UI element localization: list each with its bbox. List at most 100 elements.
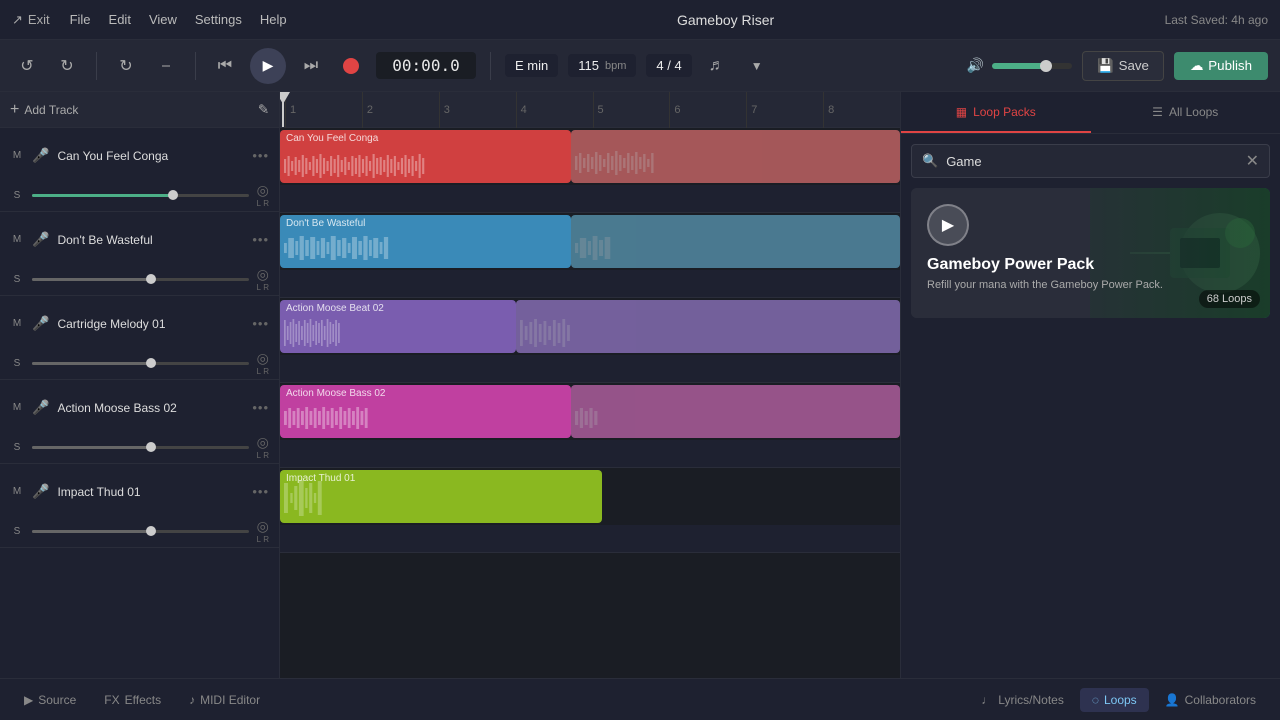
pack-play-button[interactable]: ▶: [927, 204, 969, 246]
waveform-svg-4a: [284, 403, 567, 433]
save-button[interactable]: 💾 Save: [1082, 51, 1164, 81]
split-button[interactable]: ⎯: [151, 51, 181, 81]
clip-label-3a: Action Moose Beat 02: [286, 303, 384, 314]
pencil-tool-button[interactable]: ✎: [258, 102, 269, 118]
clip-4a[interactable]: Action Moose Bass 02: [280, 385, 571, 438]
project-title: Gameboy Riser: [307, 12, 1145, 28]
menu-file[interactable]: File: [70, 12, 91, 27]
midi-label: MIDI Editor: [200, 693, 260, 707]
skip-forward-button[interactable]: ⏭: [296, 51, 326, 81]
bpm-display: 115 bpm: [568, 54, 636, 77]
fader-4[interactable]: [32, 446, 249, 449]
loop-button[interactable]: ↻: [111, 51, 141, 81]
fader-3[interactable]: [32, 362, 249, 365]
collaborators-button[interactable]: 👤 Collaborators: [1153, 688, 1268, 712]
effects-button[interactable]: FX Effects: [92, 688, 173, 712]
expand-button[interactable]: ▼: [742, 51, 772, 81]
track-sub-row-5: S ◎L R: [0, 519, 279, 547]
midi-editor-button[interactable]: ♪ MIDI Editor: [177, 688, 272, 712]
track-options-5[interactable]: •••: [252, 484, 269, 499]
source-button[interactable]: ▶ Source: [12, 688, 88, 712]
clip-3a[interactable]: Action Moose Beat 02: [280, 300, 516, 353]
mic-icon-1: 🎤: [32, 147, 49, 164]
publish-button[interactable]: ☁ Publish: [1174, 52, 1268, 80]
mute-button-1[interactable]: M: [10, 150, 24, 161]
clip-2a[interactable]: Don't Be Wasteful: [280, 215, 571, 268]
track-name-4: Action Moose Bass 02: [57, 401, 244, 415]
fader-1[interactable]: [32, 194, 249, 197]
timeline-ruler: 1 2 3 4 5 6 7 8: [280, 92, 900, 128]
last-saved: Last Saved: 4h ago: [1165, 13, 1268, 27]
fader-knob-4: [146, 442, 156, 452]
ruler-mark-8: 8: [823, 92, 900, 128]
effects-label: Effects: [125, 693, 161, 707]
solo-button-2[interactable]: S: [10, 274, 24, 285]
menu-view[interactable]: View: [149, 12, 177, 27]
collaborators-label: Collaborators: [1185, 693, 1256, 707]
solo-button-1[interactable]: S: [10, 190, 24, 201]
volume-slider[interactable]: [992, 63, 1072, 69]
ruler-mark-3: 3: [439, 92, 516, 128]
play-button[interactable]: ▶: [250, 48, 286, 84]
ruler-mark-1: 1: [285, 92, 362, 128]
track-sub-row-4: S ◎L R: [0, 435, 279, 463]
exit-label: Exit: [28, 12, 50, 27]
metronome-button[interactable]: ♬: [702, 51, 732, 81]
track-options-3[interactable]: •••: [252, 316, 269, 331]
time-display: 00:00.0: [376, 52, 476, 79]
record-button[interactable]: [336, 51, 366, 81]
solo-button-5[interactable]: S: [10, 526, 24, 537]
track-name-1: Can You Feel Conga: [57, 149, 244, 163]
clip-4b[interactable]: [571, 385, 900, 438]
solo-button-3[interactable]: S: [10, 358, 24, 369]
tab-loop-packs[interactable]: ▦ Loop Packs: [901, 92, 1091, 133]
tab-all-loops[interactable]: ☰ All Loops: [1091, 92, 1280, 133]
track-main-row-1: M 🎤 Can You Feel Conga •••: [0, 128, 279, 183]
mute-button-2[interactable]: M: [10, 234, 24, 245]
loops-button[interactable]: ◌ Loops: [1080, 688, 1149, 712]
midi-icon: ♪: [189, 693, 195, 707]
clips-row-5: Impact Thud 01: [280, 468, 900, 525]
search-bar: 🔍 ✕: [911, 144, 1270, 178]
track-main-row-4: M 🎤 Action Moose Bass 02 •••: [0, 380, 279, 435]
clip-5a[interactable]: Impact Thud 01: [280, 470, 602, 523]
clip-label-1a: Can You Feel Conga: [286, 133, 378, 144]
key-value: E min: [515, 58, 548, 73]
fader-2[interactable]: [32, 278, 249, 281]
clip-2b[interactable]: [571, 215, 900, 268]
solo-button-4[interactable]: S: [10, 442, 24, 453]
pack-content: ▶ Gameboy Power Pack Refill your mana wi…: [911, 188, 1270, 318]
mute-button-3[interactable]: M: [10, 318, 24, 329]
panel-tabs: ▦ Loop Packs ☰ All Loops: [901, 92, 1280, 134]
waveform-svg-2b: [575, 233, 896, 263]
menu-edit[interactable]: Edit: [109, 12, 131, 27]
record-dot: [343, 58, 359, 74]
skip-back-button[interactable]: ⏮: [210, 51, 240, 81]
lane-bottom-3: [280, 355, 900, 382]
clip-3b[interactable]: [516, 300, 900, 353]
mute-button-5[interactable]: M: [10, 486, 24, 497]
track-options-1[interactable]: •••: [252, 148, 269, 163]
track-options-4[interactable]: •••: [252, 400, 269, 415]
fader-knob-5: [146, 526, 156, 536]
clips-row-3: Action Moose Beat 02: [280, 298, 900, 355]
redo-button[interactable]: ↻: [52, 51, 82, 81]
exit-button[interactable]: ↗ Exit: [12, 12, 50, 28]
add-track-button[interactable]: + Add Track: [10, 101, 78, 119]
waveform-svg-5a: [284, 478, 598, 518]
clip-1a[interactable]: Can You Feel Conga: [280, 130, 571, 183]
lane-4: Action Moose Bass 02: [280, 383, 900, 468]
bottom-right-buttons: ♩ Lyrics/Notes ◌ Loops 👤 Collaborators: [969, 688, 1268, 712]
lyrics-notes-button[interactable]: ♩ Lyrics/Notes: [969, 688, 1076, 712]
search-clear-button[interactable]: ✕: [1246, 151, 1259, 171]
fader-5[interactable]: [32, 530, 249, 533]
lyrics-label: Lyrics/Notes: [998, 693, 1064, 707]
search-input[interactable]: [946, 154, 1237, 169]
undo-button[interactable]: ↺: [12, 51, 42, 81]
lyrics-icon: ♩: [981, 693, 993, 707]
menu-settings[interactable]: Settings: [195, 12, 242, 27]
clip-1b[interactable]: [571, 130, 900, 183]
mute-button-4[interactable]: M: [10, 402, 24, 413]
track-options-2[interactable]: •••: [252, 232, 269, 247]
menu-help[interactable]: Help: [260, 12, 287, 27]
